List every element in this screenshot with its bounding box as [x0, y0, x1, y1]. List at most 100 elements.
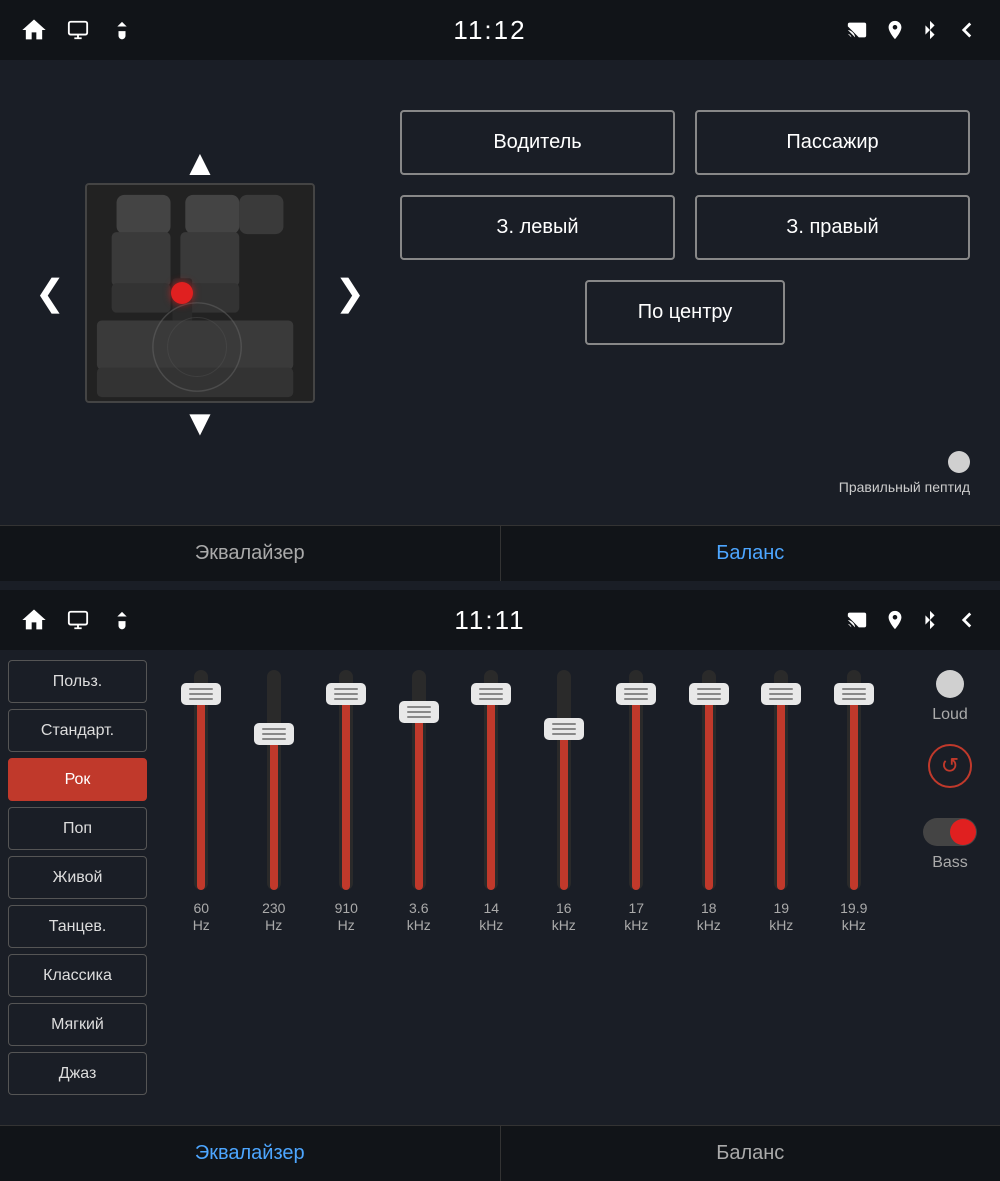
- passenger-button[interactable]: Пассажир: [695, 110, 970, 175]
- slider-thumb-2[interactable]: [326, 683, 366, 705]
- slider-track-0[interactable]: [194, 670, 208, 890]
- home-icon[interactable]: [20, 16, 48, 44]
- eq-sliders-container: 60Hz 230Hz: [155, 660, 900, 1105]
- eq-preset-0[interactable]: Польз.: [8, 660, 147, 703]
- slider-fill-2: [342, 696, 350, 890]
- seat-down-button[interactable]: ▼: [182, 403, 218, 443]
- slider-thumb-lines-0: [189, 688, 213, 700]
- slider-label-7: 18kHz: [697, 900, 721, 934]
- slider-label-5: 16kHz: [552, 900, 576, 934]
- reset-button[interactable]: ↺: [928, 744, 972, 788]
- slider-thumb-9[interactable]: [834, 683, 874, 705]
- eq-preset-3[interactable]: Поп: [8, 807, 147, 850]
- slider-thumb-lines-2: [334, 688, 358, 700]
- location-icon-2[interactable]: [884, 607, 906, 633]
- seat-left-button[interactable]: ❮: [25, 272, 75, 314]
- bluetooth-icon[interactable]: [920, 17, 940, 43]
- eq-slider-col-7: 18kHz: [678, 670, 740, 934]
- seat-up-button[interactable]: ▲: [182, 143, 218, 183]
- slider-thumb-6[interactable]: [616, 683, 656, 705]
- slider-thumb-lines-8: [769, 688, 793, 700]
- slider-thumb-3[interactable]: [399, 701, 439, 723]
- slider-thumb-7[interactable]: [689, 683, 729, 705]
- usb-icon-2[interactable]: [108, 606, 136, 634]
- cast-icon-2[interactable]: [844, 609, 870, 631]
- slider-track-6[interactable]: [629, 670, 643, 890]
- slider-fill-8: [777, 696, 785, 890]
- peptide-dot[interactable]: [948, 451, 970, 473]
- rear-right-button[interactable]: З. правый: [695, 195, 970, 260]
- slider-track-1[interactable]: [267, 670, 281, 890]
- eq-preset-1[interactable]: Стандарт.: [8, 709, 147, 752]
- slider-track-3[interactable]: [412, 670, 426, 890]
- slider-thumb-4[interactable]: [471, 683, 511, 705]
- back-icon[interactable]: [954, 17, 980, 43]
- eq-slider-col-1: 230Hz: [243, 670, 305, 934]
- slider-fill-4: [487, 696, 495, 890]
- slider-track-9[interactable]: [847, 670, 861, 890]
- slider-thumb-1[interactable]: [254, 723, 294, 745]
- bottom-panel: 11:11 Польз. Стандарт. Рок Поп Живой Танцев. К…: [0, 590, 1000, 1181]
- eq-slider-col-5: 16kHz: [533, 670, 595, 934]
- bottom-time: 11:11: [454, 605, 525, 636]
- loud-button[interactable]: [936, 670, 964, 698]
- rear-left-button[interactable]: З. левый: [400, 195, 675, 260]
- tab-balance-bottom[interactable]: Баланс: [501, 1126, 1000, 1181]
- eq-preset-4[interactable]: Живой: [8, 856, 147, 899]
- eq-preset-2[interactable]: Рок: [8, 758, 147, 801]
- slider-thumb-lines-3: [407, 706, 431, 718]
- back-icon-2[interactable]: [954, 607, 980, 633]
- slider-thumb-0[interactable]: [181, 683, 221, 705]
- eq-preset-5[interactable]: Танцев.: [8, 905, 147, 948]
- driver-button[interactable]: Водитель: [400, 110, 675, 175]
- slider-fill-7: [705, 696, 713, 890]
- cast-icon[interactable]: [844, 19, 870, 41]
- eq-slider-col-4: 14kHz: [460, 670, 522, 934]
- eq-preset-7[interactable]: Мягкий: [8, 1003, 147, 1046]
- top-status-left: [20, 16, 136, 44]
- top-tab-bar: Эквалайзер Баланс: [0, 525, 1000, 581]
- eq-sliders-area: 60Hz 230Hz: [155, 650, 900, 1105]
- eq-right-controls: Loud ↺ Bass: [900, 650, 1000, 1105]
- slider-track-7[interactable]: [702, 670, 716, 890]
- location-icon[interactable]: [884, 17, 906, 43]
- slider-thumb-5[interactable]: [544, 718, 584, 740]
- eq-preset-6[interactable]: Классика: [8, 954, 147, 997]
- slider-fill-1: [270, 736, 278, 890]
- slider-thumb-8[interactable]: [761, 683, 801, 705]
- slider-track-4[interactable]: [484, 670, 498, 890]
- seat-position-dot: [171, 282, 193, 304]
- bass-toggle[interactable]: [923, 818, 977, 846]
- bass-label: Bass: [932, 854, 968, 872]
- tab-equalizer-top[interactable]: Эквалайзер: [0, 526, 501, 581]
- slider-label-0: 60Hz: [193, 900, 210, 934]
- home-icon-2[interactable]: [20, 606, 48, 634]
- seat-area: ▲ ❮: [30, 80, 370, 505]
- bottom-status-left: [20, 606, 136, 634]
- bluetooth-icon-2[interactable]: [920, 607, 940, 633]
- eq-sidebar: Польз. Стандарт. Рок Поп Живой Танцев. Классик…: [0, 650, 155, 1105]
- bottom-status-bar: 11:11: [0, 590, 1000, 650]
- top-time: 11:12: [453, 15, 526, 46]
- slider-track-2[interactable]: [339, 670, 353, 890]
- eq-preset-8[interactable]: Джаз: [8, 1052, 147, 1095]
- loud-section: Loud: [932, 670, 968, 724]
- seat-image-row: ❮: [25, 183, 375, 403]
- tab-equalizer-bottom[interactable]: Эквалайзер: [0, 1126, 501, 1181]
- screen-icon[interactable]: [64, 19, 92, 41]
- slider-track-5[interactable]: [557, 670, 571, 890]
- usb-icon[interactable]: [108, 16, 136, 44]
- slider-track-8[interactable]: [774, 670, 788, 890]
- eq-slider-col-3: 3.6kHz: [388, 670, 450, 934]
- top-status-bar: 11:12: [0, 0, 1000, 60]
- eq-slider-col-6: 17kHz: [605, 670, 667, 934]
- bass-toggle-knob: [950, 819, 976, 845]
- slider-thumb-lines-4: [479, 688, 503, 700]
- slider-fill-9: [850, 696, 858, 890]
- screen-icon-2[interactable]: [64, 609, 92, 631]
- slider-label-9: 19.9kHz: [840, 900, 867, 934]
- seat-right-button[interactable]: ❯: [325, 272, 375, 314]
- tab-balance-top[interactable]: Баланс: [501, 526, 1000, 581]
- slider-fill-3: [415, 714, 423, 890]
- center-button[interactable]: По центру: [585, 280, 785, 345]
